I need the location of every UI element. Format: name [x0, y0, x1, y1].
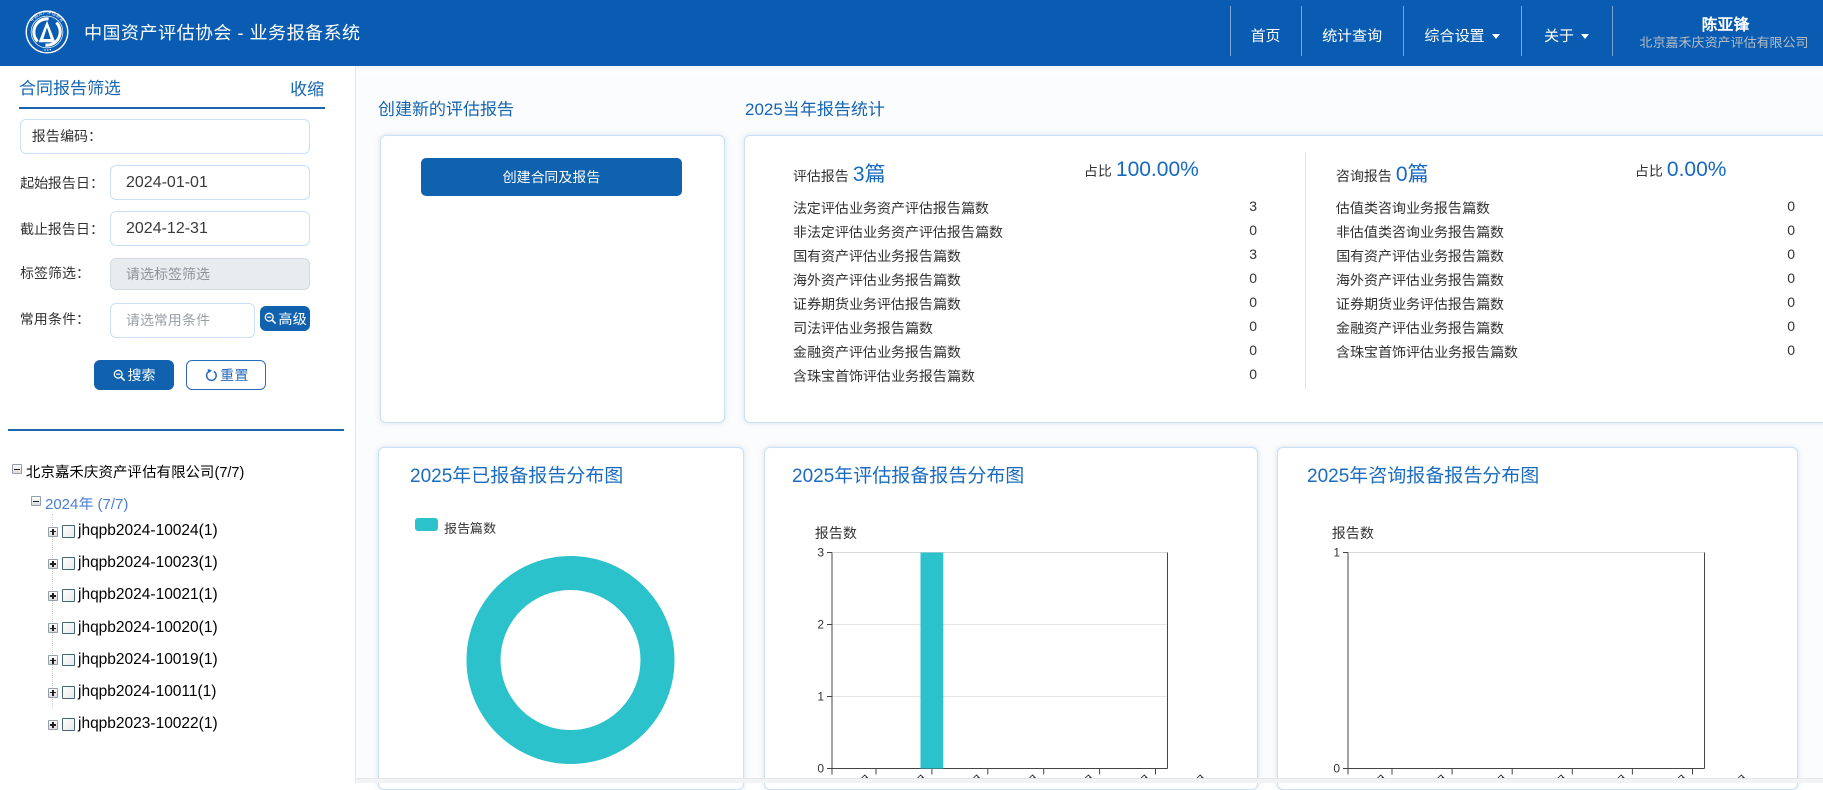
svg-text:报告数: 报告数	[1332, 525, 1375, 541]
svg-text:1: 1	[1333, 546, 1340, 560]
svg-text:3: 3	[817, 546, 824, 560]
svg-text:2: 2	[817, 618, 824, 632]
svg-text:报告数: 报告数	[815, 525, 858, 541]
svg-text:0: 0	[817, 762, 824, 776]
svg-text:0: 0	[1333, 762, 1340, 776]
svg-text:1: 1	[817, 690, 824, 704]
